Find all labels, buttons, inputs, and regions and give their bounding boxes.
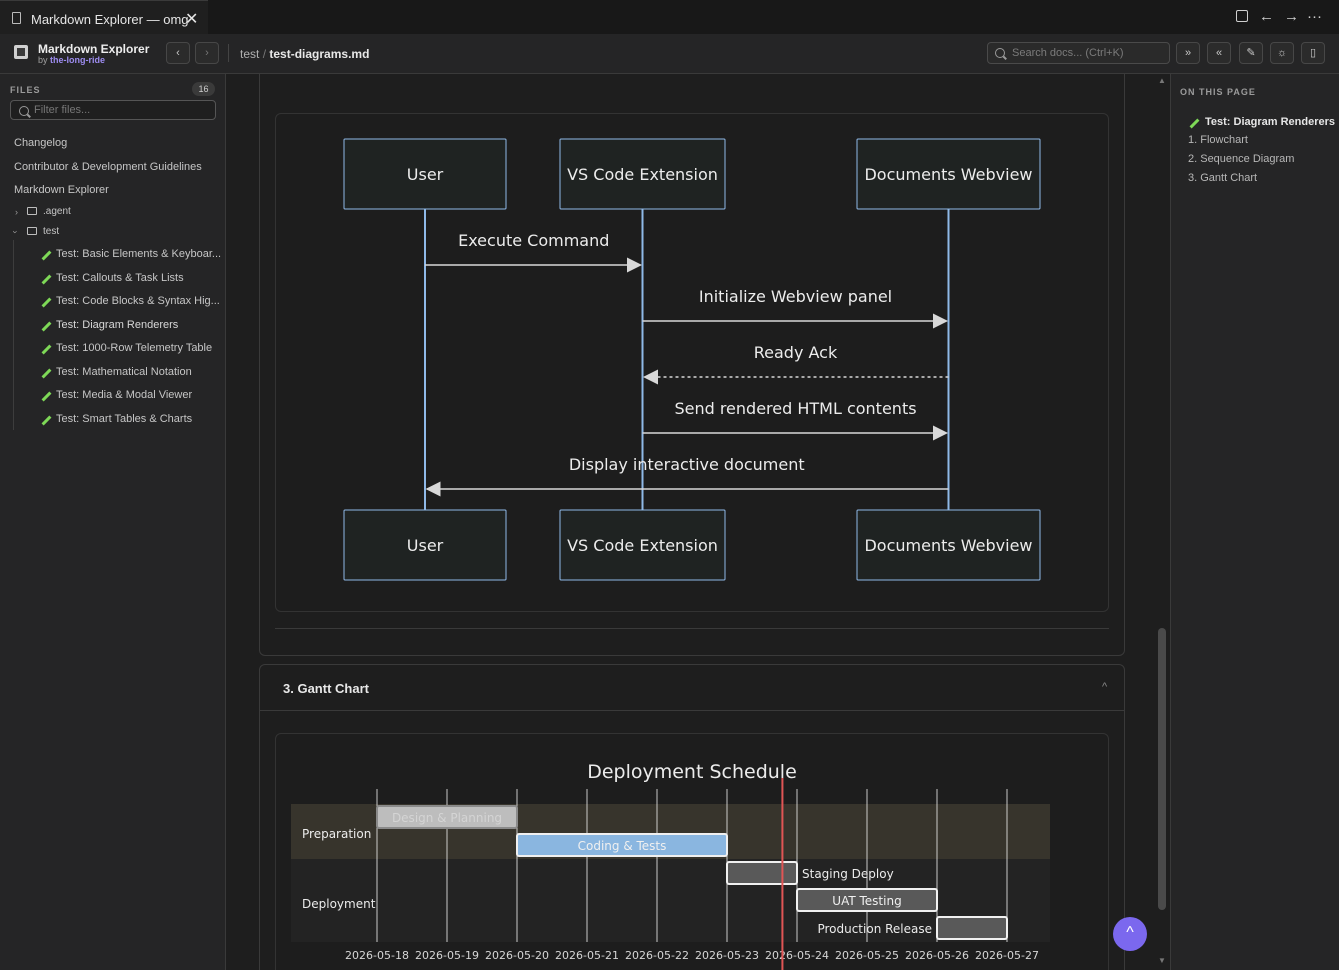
scroll-to-top-button[interactable]: ^: [1113, 917, 1147, 951]
layout-toggle-button[interactable]: ▯: [1301, 42, 1325, 64]
toc-item-gantt-chart[interactable]: 3. Gantt Chart: [1188, 172, 1257, 184]
split-editor-icon[interactable]: [1236, 10, 1248, 22]
section-label: Deployment: [302, 897, 376, 911]
chevron-up-icon: ^: [1126, 924, 1134, 941]
section-label: Preparation: [302, 827, 371, 841]
x-tick-label: 2026-05-19: [415, 949, 479, 962]
x-tick-label: 2026-05-21: [555, 949, 619, 962]
toc-pane: [1170, 74, 1339, 970]
x-tick-label: 2026-05-20: [485, 949, 549, 962]
gantt-task-label: UAT Testing: [832, 894, 901, 908]
x-tick-label: 2026-05-25: [835, 949, 899, 962]
gantt-task-label: Staging Deploy: [802, 867, 894, 881]
scroll-up-icon[interactable]: ▲: [1158, 76, 1166, 85]
x-tick-label: 2026-05-23: [695, 949, 759, 962]
expand-all-button[interactable]: »: [1176, 42, 1200, 64]
gantt-task-bar: [726, 861, 798, 885]
x-tick-label: 2026-05-27: [975, 949, 1039, 962]
scroll-down-icon[interactable]: ▼: [1158, 956, 1166, 965]
toc-label: ON THIS PAGE: [1180, 87, 1256, 97]
gantt-task-label: Design & Planning: [392, 811, 502, 825]
gantt-task-label: Production Release: [817, 922, 932, 936]
gantt-chart: 2026-05-18 2026-05-19 2026-05-20 2026-05-21…: [291, 761, 1050, 970]
more-icon[interactable]: ···: [1307, 8, 1322, 25]
toc-item-sequence-diagram[interactable]: 2. Sequence Diagram: [1188, 153, 1294, 165]
toc-item-diagram-renderers[interactable]: Test: Diagram Renderers: [1205, 116, 1335, 128]
scrollbar-thumb[interactable]: [1158, 628, 1166, 910]
collapse-all-button[interactable]: «: [1207, 42, 1231, 64]
toc-item-flowchart[interactable]: 1. Flowchart: [1188, 134, 1248, 146]
theme-toggle-button[interactable]: ☼: [1270, 42, 1294, 64]
edit-button[interactable]: ✎: [1239, 42, 1263, 64]
x-tick-label: 2026-05-18: [345, 949, 409, 962]
gantt-task-label: Coding & Tests: [578, 839, 667, 853]
gantt-task-bar: [936, 916, 1008, 940]
x-tick-label: 2026-05-22: [625, 949, 689, 962]
x-tick-label: 2026-05-26: [905, 949, 969, 962]
forward-icon[interactable]: →: [1284, 8, 1299, 25]
back-icon[interactable]: ←: [1259, 8, 1274, 25]
x-tick-label: 2026-05-24: [765, 949, 829, 962]
chart-title: Deployment Schedule: [587, 761, 797, 783]
